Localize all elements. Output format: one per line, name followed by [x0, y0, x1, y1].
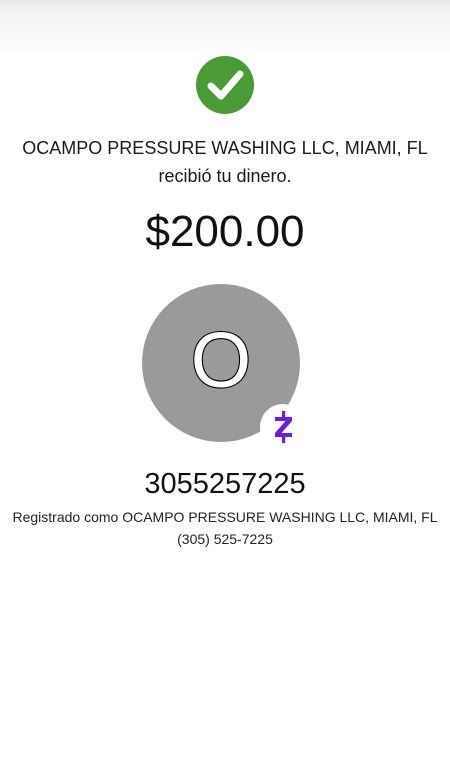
svg-text:O: O — [191, 316, 252, 404]
check-circle-icon — [196, 56, 254, 114]
registered-as-label: Registrado como OCAMPO PRESSURE WASHING … — [12, 509, 438, 525]
zelle-icon — [275, 411, 292, 443]
recipient-phone: 3055257225 — [144, 468, 306, 500]
registration-info: Registrado como OCAMPO PRESSURE WASHING … — [0, 506, 450, 550]
payment-amount: $200.00 — [145, 207, 305, 256]
received-message: recibió tu dinero. — [158, 166, 292, 186]
formatted-phone: (305) 525-7225 — [177, 531, 273, 547]
recipient-name: OCAMPO PRESSURE WASHING LLC, MIAMI, FL — [22, 138, 428, 158]
top-bar — [0, 0, 450, 62]
zelle-badge — [260, 404, 306, 450]
recipient-message: OCAMPO PRESSURE WASHING LLC, MIAMI, FL r… — [0, 134, 450, 190]
